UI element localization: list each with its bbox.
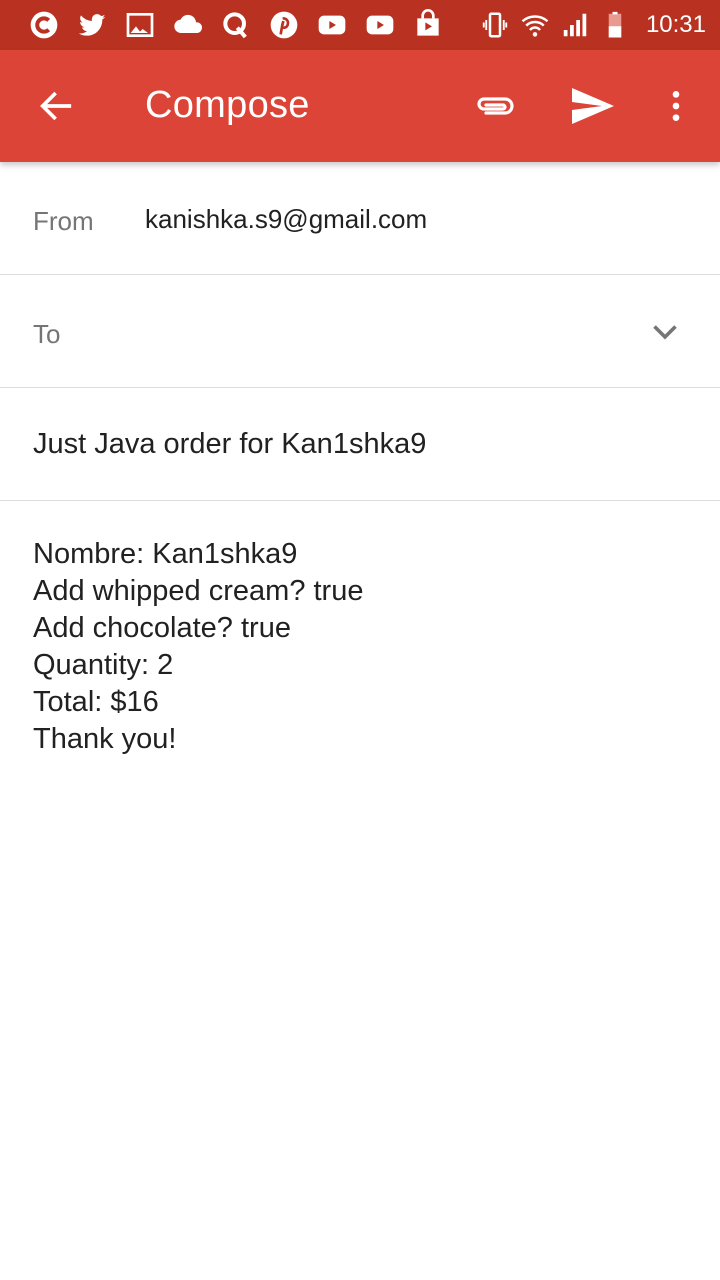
youtube-icon (356, 0, 404, 50)
chevron-down-icon (653, 325, 677, 340)
message-body[interactable]: Nombre: Kan1shka9 Add whipped cream? tru… (33, 536, 693, 758)
vibrate-icon (482, 12, 508, 38)
paperclip-icon (477, 97, 514, 115)
twitter-icon (68, 0, 116, 50)
page-title: Compose (145, 84, 310, 126)
to-row: To (0, 275, 720, 388)
to-field[interactable] (100, 305, 620, 359)
youtube-icon (308, 0, 356, 50)
more-options-button[interactable] (652, 74, 700, 138)
arrow-back-icon (40, 91, 72, 121)
body-line: Add chocolate? true (33, 612, 291, 644)
attach-button[interactable] (464, 74, 528, 138)
subject-field[interactable]: Just Java order for Kan1shka9 (33, 428, 426, 461)
expand-recipients-button[interactable] (640, 301, 690, 361)
from-account[interactable]: kanishka.s9@gmail.com (145, 204, 427, 235)
system-status: 10:31 (480, 0, 706, 50)
subject-row[interactable]: Just Java order for Kan1shka9 (0, 388, 720, 501)
wifi-icon (521, 15, 549, 37)
pinterest-icon (260, 0, 308, 50)
from-row[interactable]: From kanishka.s9@gmail.com (0, 162, 720, 275)
to-label: To (33, 319, 61, 349)
body-line: Nombre: Kan1shka9 (33, 538, 298, 570)
more-vert-icon (672, 91, 680, 121)
body-line: Thank you! (33, 723, 177, 755)
send-button[interactable] (560, 74, 624, 138)
gallery-icon (116, 0, 164, 50)
status-bar: 10:31 (0, 0, 720, 50)
send-icon (572, 88, 614, 124)
body-line: Total: $16 (33, 686, 159, 718)
app-bar: Compose (0, 50, 720, 162)
app-icon (20, 0, 68, 50)
signal-icon (563, 13, 587, 37)
body-line: Quantity: 2 (33, 649, 174, 681)
play-store-icon (404, 0, 452, 50)
back-button[interactable] (24, 74, 88, 138)
notification-icons (0, 0, 452, 50)
from-label: From (33, 206, 94, 236)
battery-icon (608, 11, 622, 38)
status-clock: 10:31 (645, 11, 706, 38)
quora-icon (212, 0, 260, 50)
cloud-icon (164, 0, 212, 50)
body-line: Add whipped cream? true (33, 575, 364, 607)
